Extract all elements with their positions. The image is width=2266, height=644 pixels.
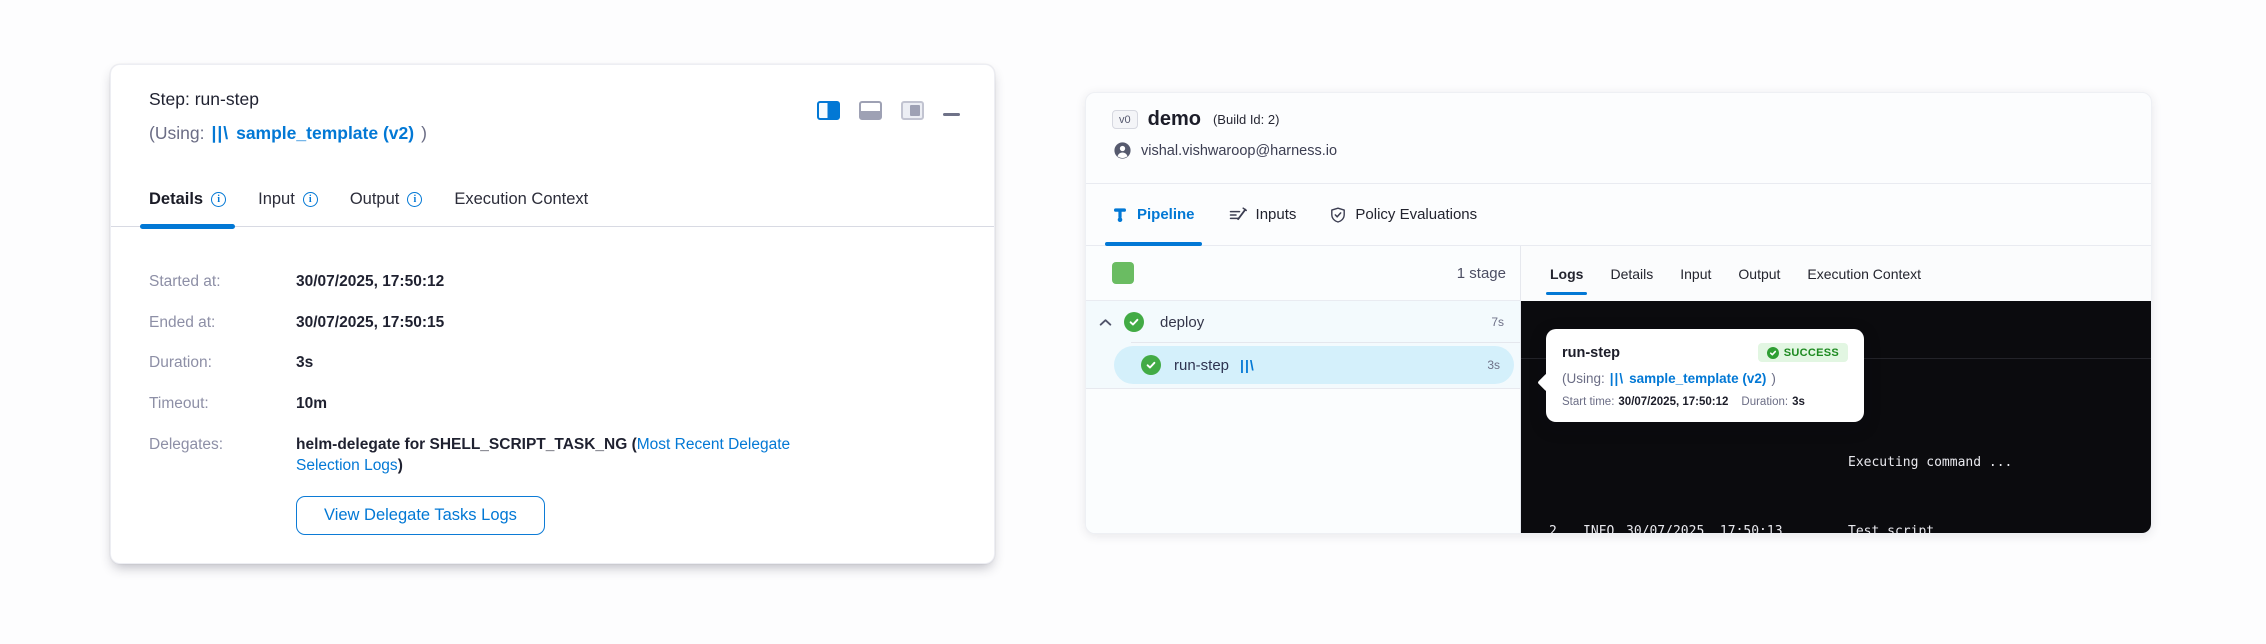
stage-count: 1 stage (1457, 265, 1506, 282)
template-link[interactable]: ||\ sample_template (v2) (1610, 371, 1767, 386)
step-duration: 3s (1487, 358, 1500, 372)
tooltip-start-time: 30/07/2025, 17:50:12 (1618, 396, 1728, 408)
step-title: Step: run-step (149, 89, 427, 110)
tooltip-time-row: Start time: 30/07/2025, 17:50:12 Duratio… (1562, 396, 1848, 408)
success-check-icon (1124, 312, 1144, 332)
template-icon: ||\ (211, 123, 229, 144)
detail-row-started: Started at: 30/07/2025, 17:50:12 (149, 271, 956, 293)
user-icon (1114, 142, 1131, 159)
stage-row-deploy[interactable]: deploy 7s (1086, 301, 1520, 343)
template-icon: ||\ (1610, 371, 1624, 386)
using-prefix: (Using: (149, 123, 204, 144)
execution-panel: v0 demo (Build Id: 2) vishal.vishwaroop@… (1085, 92, 2152, 534)
execution-tabs: Pipeline Inputs Policy Evaluations (1086, 184, 2151, 246)
pipeline-icon (1112, 207, 1128, 223)
info-icon[interactable]: i (303, 192, 318, 207)
stage-duration: 7s (1491, 315, 1504, 329)
log-line: Executing command ... (1549, 451, 2135, 474)
button-row: View Delegate Tasks Logs (296, 496, 956, 535)
window-controls (817, 89, 960, 120)
tab-policy-evaluations[interactable]: Policy Evaluations (1330, 184, 1477, 245)
tooltip-step-name: run-step (1562, 345, 1620, 361)
step-row-run-step[interactable]: run-step ||\ 3s (1114, 346, 1514, 384)
detail-row-duration: Duration: 3s (149, 352, 956, 374)
triggered-by-row: vishal.vishwaroop@harness.io (1114, 142, 2151, 159)
inputs-icon (1229, 207, 1247, 223)
success-check-icon (1141, 355, 1161, 375)
minimize-icon[interactable] (943, 113, 960, 116)
log-lines: Executing command ... 2INFO30/07/2025, 1… (1549, 405, 2135, 534)
log-tabs: Logs Details Input Output Execution Cont… (1521, 246, 2151, 301)
step-name: run-step (1174, 357, 1229, 374)
tab-logs[interactable]: Logs (1550, 246, 1583, 301)
success-check-icon (1767, 347, 1779, 359)
stage-tree-rows: deploy 7s run-step ||\ 3s (1086, 301, 1520, 389)
info-icon[interactable]: i (211, 192, 226, 207)
stage-name: deploy (1160, 314, 1204, 331)
user-email: vishal.vishwaroop@harness.io (1141, 143, 1337, 159)
tab-execution-context[interactable]: Execution Context (454, 190, 588, 226)
stage-summary-strip: 1 stage (1086, 246, 1520, 301)
execution-title-row: v0 demo (Build Id: 2) (1112, 108, 2151, 131)
split-view-icon[interactable] (817, 101, 840, 120)
step-details-body: Started at: 30/07/2025, 17:50:12 Ended a… (111, 227, 994, 535)
tab-input[interactable]: Input (1680, 246, 1711, 301)
bottom-panel-view-icon[interactable] (859, 101, 882, 120)
build-id: (Build Id: 2) (1213, 112, 1279, 127)
tab-details[interactable]: Details (1610, 246, 1653, 301)
right-panel-view-icon[interactable] (901, 101, 924, 120)
shield-check-icon (1330, 207, 1346, 223)
template-link[interactable]: ||\ sample_template (v2) (211, 123, 414, 144)
tab-output[interactable]: Output (1738, 246, 1780, 301)
step-details-panel: Step: run-step (Using: ||\ sample_templa… (110, 64, 995, 564)
step-header-titles: Step: run-step (Using: ||\ sample_templa… (149, 89, 427, 144)
stage-tree-panel: 1 stage deploy 7s run-st (1086, 246, 1521, 534)
template-icon: ||\ (1240, 357, 1255, 373)
status-badge: SUCCESS (1758, 343, 1848, 362)
tab-execution-context[interactable]: Execution Context (1807, 246, 1921, 301)
step-header: Step: run-step (Using: ||\ sample_templa… (111, 65, 994, 144)
tooltip-using-line: (Using: ||\ sample_template (v2) ) (1562, 371, 1848, 386)
tab-input[interactable]: Input i (258, 190, 318, 226)
using-suffix: ) (421, 123, 427, 144)
tab-output[interactable]: Output i (350, 190, 423, 226)
execution-header: v0 demo (Build Id: 2) vishal.vishwaroop@… (1086, 93, 2151, 184)
template-name: sample_template (v2) (236, 123, 414, 144)
tab-pipeline[interactable]: Pipeline (1112, 184, 1195, 245)
tab-details[interactable]: Details i (149, 190, 226, 226)
version-badge: v0 (1112, 110, 1138, 129)
detail-row-timeout: Timeout: 10m (149, 393, 956, 415)
step-tooltip: run-step SUCCESS (Using: ||\ sample_temp… (1546, 329, 1864, 422)
tooltip-duration: 3s (1792, 396, 1805, 408)
detail-row-ended: Ended at: 30/07/2025, 17:50:15 (149, 312, 956, 334)
detail-row-delegates: Delegates: helm-delegate for SHELL_SCRIP… (149, 434, 956, 477)
step-tabs: Details i Input i Output i Execution Con… (111, 190, 994, 227)
chevron-up-icon[interactable] (1099, 318, 1112, 327)
info-icon[interactable]: i (407, 192, 422, 207)
step-using-line: (Using: ||\ sample_template (v2) ) (149, 123, 427, 144)
tab-inputs[interactable]: Inputs (1229, 184, 1297, 245)
stage-status-square[interactable] (1112, 262, 1134, 284)
view-delegate-tasks-logs-button[interactable]: View Delegate Tasks Logs (296, 496, 545, 535)
tooltip-title-row: run-step SUCCESS (1562, 343, 1848, 362)
pipeline-title: demo (1148, 108, 1201, 131)
delegates-value: helm-delegate for SHELL_SCRIPT_TASK_NG (… (296, 434, 856, 477)
log-line: 2INFO30/07/2025, 17:50:13Test script (1549, 520, 2135, 534)
